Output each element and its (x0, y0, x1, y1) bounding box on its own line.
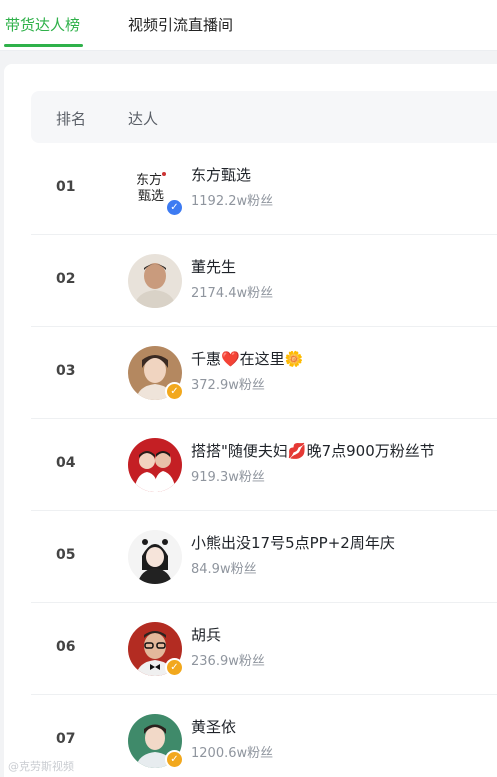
avatar[interactable] (128, 438, 182, 492)
active-tab-indicator (4, 44, 83, 47)
avatar[interactable] (128, 254, 182, 308)
verified-badge-icon: ✓ (165, 750, 184, 769)
tab-bar: 带货达人榜 视频引流直播间 (0, 0, 497, 51)
influencer-name[interactable]: 黄圣依 (191, 716, 236, 737)
verified-badge-icon: ✓ (165, 658, 184, 677)
header-rank: 排名 (56, 110, 87, 128)
avatar-image (128, 438, 182, 492)
fan-count: 236.9w粉丝 (191, 654, 265, 669)
rank-number: 04 (56, 455, 76, 471)
rank-number: 02 (56, 271, 76, 287)
influencer-name[interactable]: 董先生 (191, 256, 236, 277)
table-row[interactable]: 06 ✓ 胡兵 236.9w粉丝 (31, 603, 497, 695)
influencer-name[interactable]: 搭搭"随便夫妇💋晚7点900万粉丝节 (191, 440, 435, 461)
watermark: @克劳斯视频 (8, 760, 74, 773)
table-row[interactable]: 05 小熊出没17号5点PP+2周年庆 84.9w粉丝 (31, 511, 497, 603)
table-row[interactable]: 03 ✓ 千惠❤️在这里🌼 372.9w粉丝 (31, 327, 497, 419)
avatar[interactable] (128, 530, 182, 584)
avatar[interactable]: 东方 甄选 ✓ (128, 162, 184, 217)
influencer-name[interactable]: 胡兵 (191, 624, 221, 645)
table-header: 排名 达人 (31, 91, 497, 143)
table-row[interactable]: 07 ✓ 黄圣依 1200.6w粉丝 (31, 695, 497, 777)
fan-count: 2174.4w粉丝 (191, 286, 274, 301)
rank-number: 06 (56, 639, 76, 655)
fan-count: 1192.2w粉丝 (191, 194, 274, 209)
avatar[interactable]: ✓ (128, 622, 184, 677)
rank-number: 01 (56, 179, 76, 195)
rank-number: 07 (56, 731, 76, 747)
influencer-name[interactable]: 东方甄选 (191, 164, 251, 185)
avatar[interactable]: ✓ (128, 714, 184, 769)
svg-text:甄选: 甄选 (138, 188, 164, 203)
table-row[interactable]: 02 董先生 2174.4w粉丝 (31, 235, 497, 327)
avatar-image (128, 530, 182, 584)
table-row[interactable]: 04 搭搭"随便夫妇💋晚7点900万粉丝节 919.3w粉丝 (31, 419, 497, 511)
ranking-panel: 排名 达人 01 东方 甄选 ✓ 东方甄选 1192.2w粉丝 02 董先生 2… (4, 64, 497, 777)
fan-count: 84.9w粉丝 (191, 562, 257, 577)
header-influencer: 达人 (128, 110, 159, 128)
influencer-name[interactable]: 千惠❤️在这里🌼 (191, 348, 303, 369)
fan-count: 1200.6w粉丝 (191, 746, 274, 761)
rank-number: 05 (56, 547, 76, 563)
avatar-image (128, 254, 182, 308)
verified-badge-icon: ✓ (165, 382, 184, 401)
influencer-name[interactable]: 小熊出没17号5点PP+2周年庆 (191, 532, 395, 553)
rank-number: 03 (56, 363, 76, 379)
fan-count: 919.3w粉丝 (191, 470, 265, 485)
table-row[interactable]: 01 东方 甄选 ✓ 东方甄选 1192.2w粉丝 (31, 143, 497, 235)
verified-badge-icon: ✓ (165, 198, 184, 217)
tab-video-traffic-live[interactable]: 视频引流直播间 (128, 14, 233, 35)
fan-count: 372.9w粉丝 (191, 378, 265, 393)
svg-text:东方: 东方 (136, 172, 162, 187)
ranking-list: 01 东方 甄选 ✓ 东方甄选 1192.2w粉丝 02 董先生 2174.4w… (31, 143, 497, 777)
avatar[interactable]: ✓ (128, 346, 184, 401)
tab-sales-influencer-rank[interactable]: 带货达人榜 (5, 14, 80, 35)
